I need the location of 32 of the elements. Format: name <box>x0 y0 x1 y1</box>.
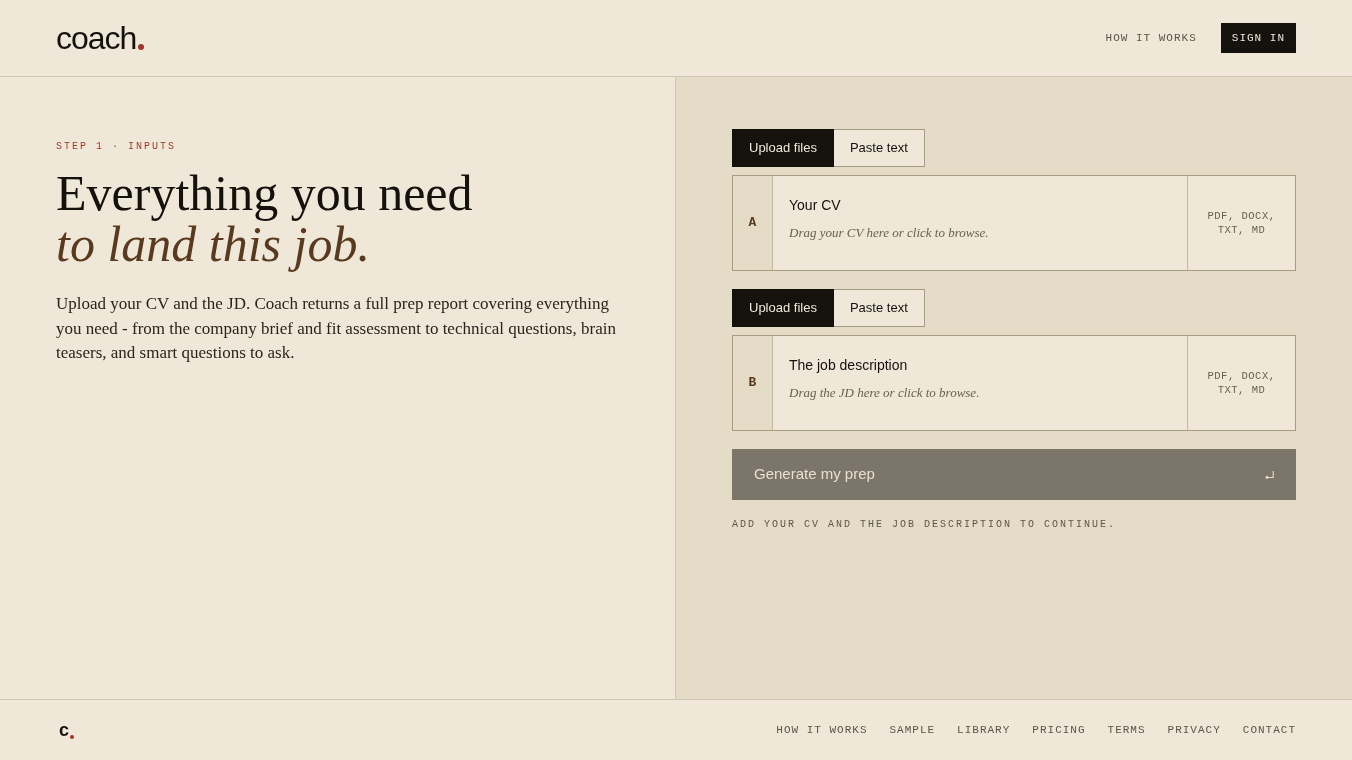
intro-paragraph: Upload your CV and the JD. Coach returns a full prep report covering everything you need - from the company brief and fit assessment to technical questions, brain teasers, and smart questions to ask. <box>56 293 616 364</box>
footer-link[interactable]: HOW IT WORKS <box>776 721 868 739</box>
file-formats: PDF, DOCX, TXT, MD <box>1206 369 1277 397</box>
logo[interactable]: coach <box>56 22 137 54</box>
source-tab[interactable]: Paste text <box>833 289 925 327</box>
source-tab[interactable]: Paste text <box>833 129 925 167</box>
file-formats: PDF, DOCX, TXT, MD <box>1206 209 1277 237</box>
source-tab[interactable]: Upload files <box>732 129 834 167</box>
footer-link[interactable]: TERMS <box>1107 721 1146 739</box>
dot-icon <box>138 44 145 50</box>
footer-link[interactable]: SAMPLE <box>889 721 936 739</box>
dot-icon <box>70 735 74 739</box>
drop-zone[interactable]: A Your CV Drag your CV here or click to browse. PDF, DOCX, TXT, MD <box>732 175 1296 271</box>
drop-title: The job description <box>789 356 908 375</box>
drop-hint: Drag the JD here or click to browse. <box>789 384 980 402</box>
source-tab[interactable]: Upload files <box>732 289 834 327</box>
footer-link[interactable]: LIBRARY <box>957 721 1011 739</box>
return-icon <box>1265 470 1274 479</box>
headline: Everything you need <box>56 168 474 219</box>
step-label: STEP 1 · INPUTS <box>56 140 177 154</box>
footer-link[interactable]: PRICING <box>1032 721 1086 739</box>
footer-link[interactable]: CONTACT <box>1242 721 1296 739</box>
helper-text: ADD YOUR CV AND THE JOB DESCRIPTION TO CONTINUE. <box>732 518 1117 532</box>
drop-title: Your CV <box>789 196 841 215</box>
drop-zone[interactable]: B The job description Drag the JD here or click to browse. PDF, DOCX, TXT, MD <box>732 335 1296 431</box>
drop-hint: Drag your CV here or click to browse. <box>789 224 989 242</box>
nav-link[interactable]: HOW IT WORKS <box>1105 29 1197 47</box>
slot-letter: A <box>748 214 757 233</box>
sign-in-button[interactable]: SIGN IN <box>1220 23 1296 53</box>
footer-link[interactable]: PRIVACY <box>1167 721 1221 739</box>
slot-letter: B <box>748 374 757 393</box>
footer-logo[interactable]: c <box>59 721 69 739</box>
